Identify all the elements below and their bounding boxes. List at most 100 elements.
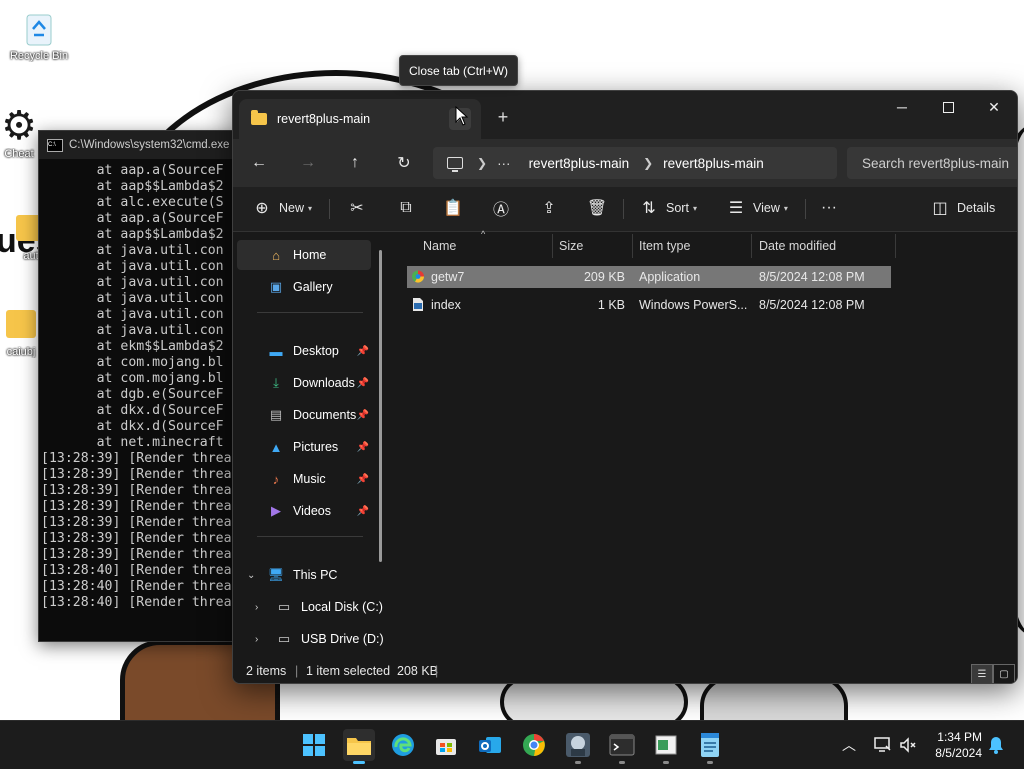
file-row[interactable]: index 1 KB Windows PowerS... 8/5/2024 12… [407,294,891,316]
start-button[interactable] [298,729,330,761]
clock[interactable]: 1:34 PM 8/5/2024 [926,729,982,761]
nav-item-this-pc[interactable]: ⌄ 🖥 This PC [237,560,371,590]
delete-button[interactable]: 🗑 [586,193,608,223]
pin-icon[interactable]: 📌 [357,506,369,517]
nav-divider [257,312,363,313]
maximize-button[interactable] [925,91,971,123]
column-header-type[interactable]: Item type [639,232,749,260]
cmd-line: at dkx.d(SourceF [41,403,224,418]
share-button[interactable]: ⇪ [538,193,560,223]
tiles-view-button[interactable]: ▢ [993,664,1015,683]
up-button[interactable]: ↑ [339,149,371,177]
notifications-button[interactable] [988,721,1004,769]
pin-icon[interactable]: 📌 [357,442,369,453]
nav-item-label: Local Disk (C:) [301,600,383,614]
cut-button[interactable]: ✂ [346,193,368,223]
taskbar-edge[interactable] [387,729,419,761]
details-view-button[interactable]: ☰ [971,664,993,683]
explorer-titlebar[interactable]: revert8plus-main ✕ + ─ ✕ [233,91,1017,139]
taskbar-app[interactable] [650,729,682,764]
taskbar-outlook[interactable] [474,729,506,761]
new-button[interactable]: ⊕ New ▾ [251,193,312,223]
pin-icon[interactable]: 📌 [357,474,369,485]
chrome-icon [523,734,545,756]
chevron-right-icon[interactable]: › [255,634,258,645]
breadcrumb-item[interactable]: revert8plus-main [529,156,630,171]
pin-icon[interactable]: 📌 [357,410,369,421]
view-button[interactable]: ☰ View ▾ [725,193,788,223]
nav-item-label: Gallery [293,280,333,294]
volume-button[interactable] [898,721,918,769]
rename-button[interactable]: Ⓐ [490,193,512,223]
nav-item-documents[interactable]: ▤ Documents 📌 [237,400,371,430]
pin-icon[interactable]: 📌 [357,378,369,389]
cmd-titlebar[interactable]: C:\ C:\Windows\system32\cmd.exe [39,131,239,159]
arrow-up-icon: ↑ [351,154,359,171]
cmd-line: at aap.a(SourceF [41,211,224,226]
file-row[interactable]: getw7 209 KB Application 8/5/2024 12:08 … [407,266,891,288]
taskbar-terminal[interactable] [606,729,638,764]
list-view-icon: ☰ [728,200,744,217]
show-hidden-icons-button[interactable]: ︿ [842,721,856,769]
taskbar-store[interactable] [430,729,462,761]
minimize-button[interactable]: ─ [879,91,925,123]
nav-scrollbar[interactable] [379,250,382,562]
column-header-modified[interactable]: Date modified [759,232,889,260]
back-button[interactable]: ← [243,149,275,177]
search-input[interactable]: Search revert8plus-main [847,147,1017,179]
application-icon [412,270,424,283]
close-window-button[interactable]: ✕ [971,91,1017,123]
chevron-right-icon: ❯ [643,156,654,170]
address-bar[interactable]: ❯ ··· revert8plus-main ❯ revert8plus-mai… [433,147,837,179]
nav-item-downloads[interactable]: ⤓ Downloads 📌 [237,368,371,398]
nav-item-home[interactable]: ⌂ Home [237,240,371,270]
forward-button[interactable]: → [292,149,324,177]
taskbar-file-explorer[interactable] [343,729,375,764]
column-header-name[interactable]: Name ^ [423,229,553,260]
nav-item-desktop[interactable]: ▬ Desktop 📌 [237,336,371,366]
status-divider: | [435,664,439,678]
new-tab-button[interactable]: + [491,105,515,129]
breadcrumb-overflow-button[interactable]: ··· [497,156,511,171]
copy-button[interactable]: ⧉ [395,193,417,223]
chevron-down-icon[interactable]: ⌄ [247,570,255,581]
cmd-window[interactable]: C:\ C:\Windows\system32\cmd.exe at aap.a… [38,130,240,642]
column-header-size[interactable]: Size [559,232,629,260]
nav-item-gallery[interactable]: ▣ Gallery [237,272,371,302]
column-divider[interactable] [895,234,896,258]
toolbar-divider [805,199,806,219]
tooltip: Close tab (Ctrl+W) [399,55,519,86]
column-divider[interactable] [552,234,553,258]
sort-button[interactable]: ⇅ Sort ▾ [638,193,697,223]
running-indicator [619,761,625,764]
paste-button[interactable]: 📋 [442,193,464,223]
more-options-button[interactable]: ··· [821,193,837,223]
gear-icon: ⚙ [1,104,37,148]
pin-icon[interactable]: 📌 [357,346,369,357]
cmd-line: [13:28:39] [Render threa [41,547,232,562]
toolbar-divider [623,199,624,219]
breadcrumb-item[interactable]: revert8plus-main [663,156,764,171]
nav-item-pictures[interactable]: ▲ Pictures 📌 [237,432,371,462]
desktop-icon-recycle-bin[interactable]: Recycle Bin [0,8,78,62]
taskbar-chrome[interactable] [518,729,550,761]
desktop-icon-label: Recycle Bin [9,50,69,62]
network-button[interactable] [872,721,892,769]
nav-item-music[interactable]: ♪ Music 📌 [237,464,371,494]
chevron-up-icon: ︿ [842,737,856,753]
file-explorer-window[interactable]: revert8plus-main ✕ + ─ ✕ ← → ↑ ↻ ❯ ··· r… [232,90,1018,684]
sort-button-label: Sort [666,201,689,215]
taskbar-notepad[interactable] [694,729,726,764]
nav-item-usb-drive[interactable]: › ▭ USB Drive (D:) [245,624,385,654]
column-divider[interactable] [632,234,633,258]
taskbar-minecraft-launcher[interactable] [562,729,594,764]
details-pane-button[interactable]: ◫ Details [929,193,995,223]
cmd-line: at com.mojang.bl [41,371,224,386]
column-divider[interactable] [751,234,752,258]
toolbar-divider [329,199,330,219]
nav-item-local-disk[interactable]: › ▭ Local Disk (C:) [245,592,385,622]
explorer-tab[interactable]: revert8plus-main ✕ [239,99,481,139]
refresh-button[interactable]: ↻ [388,149,420,177]
nav-item-videos[interactable]: ▶ Videos 📌 [237,496,371,526]
chevron-right-icon[interactable]: › [255,602,258,613]
